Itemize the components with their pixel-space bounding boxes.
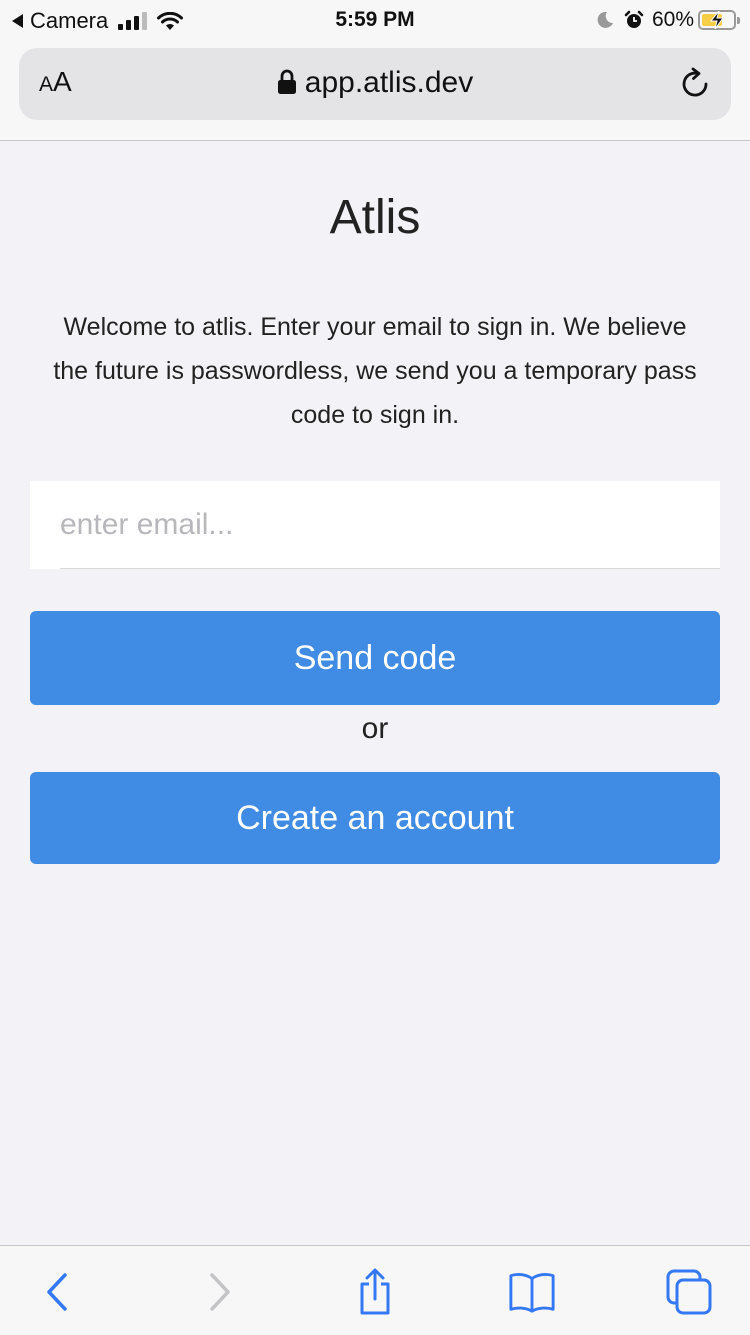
tabs-button[interactable] <box>665 1268 713 1316</box>
create-account-button[interactable]: Create an account <box>30 772 720 864</box>
alarm-icon <box>624 10 644 28</box>
bookmarks-icon <box>509 1273 555 1313</box>
url-text: app.atlis.dev <box>304 66 474 99</box>
bookmarks-button[interactable] <box>508 1268 556 1316</box>
send-code-button[interactable]: Send code <box>30 611 720 705</box>
back-icon <box>47 1273 67 1311</box>
or-separator: or <box>361 712 389 745</box>
forward-icon <box>210 1273 230 1311</box>
status-right: 60% <box>596 8 740 32</box>
page-title: Atlis <box>329 191 421 244</box>
lock-icon <box>277 69 296 94</box>
battery-icon <box>698 10 740 30</box>
email-input[interactable] <box>60 481 720 569</box>
url-display[interactable]: app.atlis.dev <box>19 68 731 98</box>
browser-toolbar <box>0 1245 750 1335</box>
forward-button[interactable] <box>195 1268 243 1316</box>
battery-percent: 60% <box>651 8 694 31</box>
share-icon <box>360 1268 390 1315</box>
welcome-text: Welcome to atlis. Enter your email to si… <box>53 313 697 429</box>
moon-icon <box>597 11 613 28</box>
browser-address-area: AA app.atlis.dev <box>0 40 750 141</box>
address-bar[interactable]: AA app.atlis.dev <box>19 48 731 120</box>
email-field-container <box>30 481 720 569</box>
charging-bolt-icon <box>709 10 724 30</box>
status-bar: Camera 5:59 PM 60% <box>0 0 750 40</box>
reload-icon[interactable] <box>677 66 713 102</box>
share-button[interactable] <box>351 1268 399 1316</box>
back-button[interactable] <box>34 1268 82 1316</box>
tabs-icon <box>666 1269 712 1315</box>
